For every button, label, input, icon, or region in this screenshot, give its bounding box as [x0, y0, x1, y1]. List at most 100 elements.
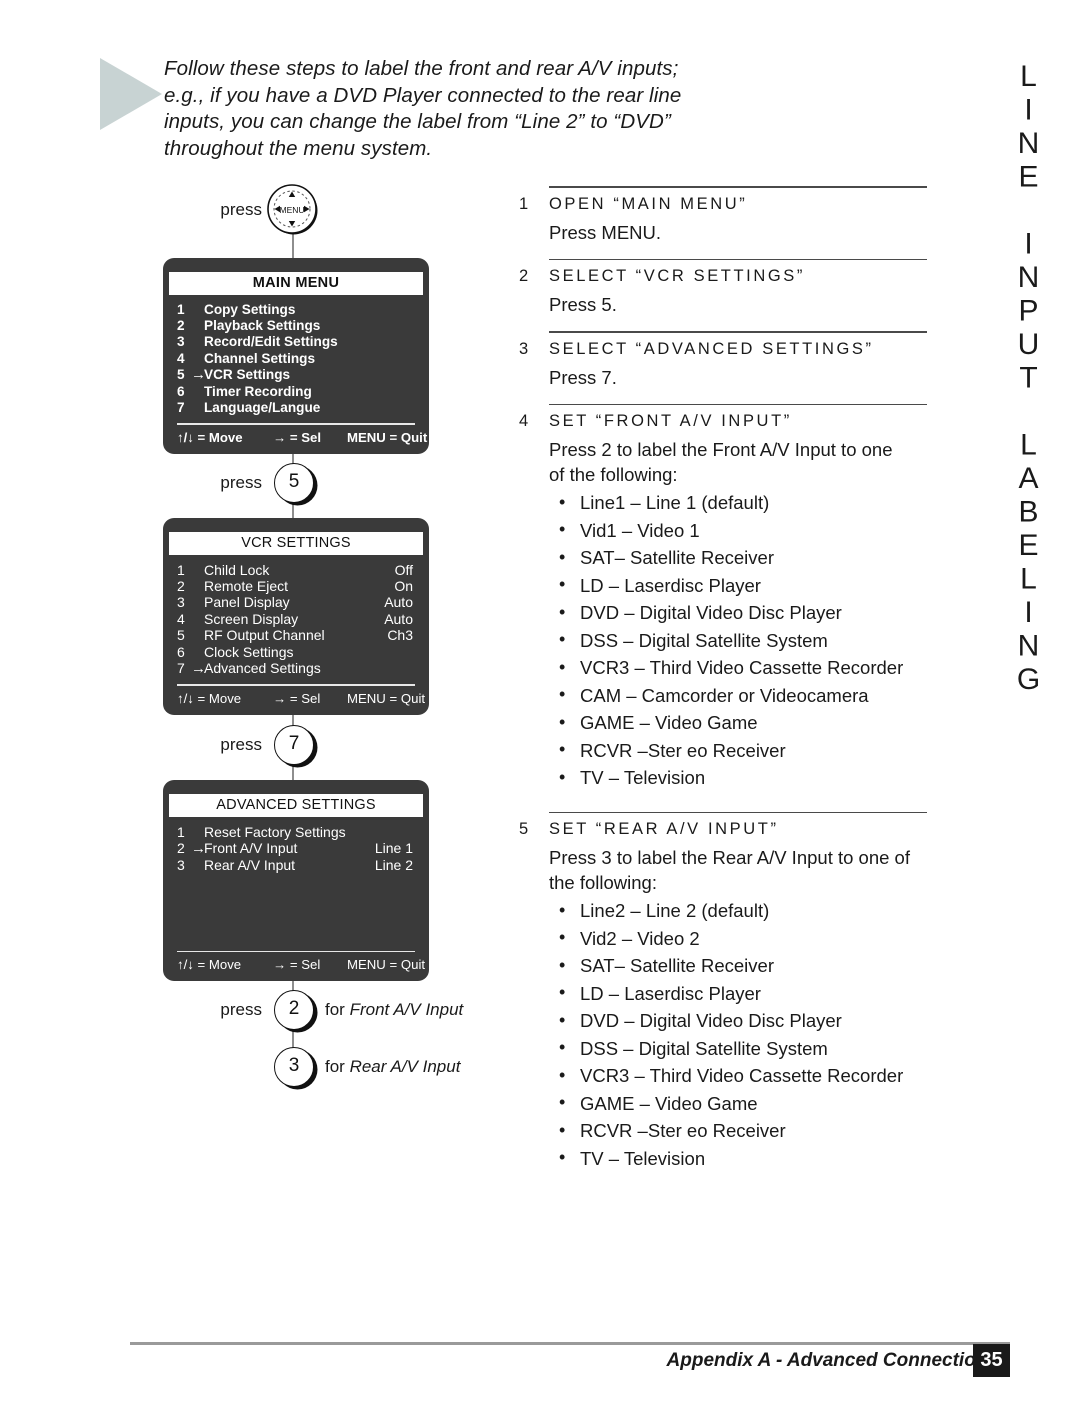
step-gap: [519, 1172, 927, 1192]
list-item: VCR3 – Third Video Cassette Recorder: [549, 654, 927, 682]
osd-menu-item[interactable]: 4 Screen Display Auto: [163, 611, 429, 627]
osd-menu-item[interactable]: 7 Language/Langue: [163, 400, 429, 416]
key-7-button[interactable]: 7: [274, 725, 314, 765]
for-target: Front A/V Input: [349, 1000, 464, 1019]
osd-menu-item[interactable]: 5 RF Output Channel Ch3: [163, 627, 429, 643]
osd-rows-advanced-settings: 1 Reset Factory Settings 2 → Front A/V Input…: [163, 817, 429, 874]
osd-item-number: 6: [177, 383, 185, 399]
osd-hint-move: ↑/↓ = Move: [177, 690, 242, 706]
list-item: DSS – Digital Satellite System: [549, 1034, 927, 1063]
step-divider: [549, 331, 927, 333]
osd-item-label: Screen Display: [204, 610, 299, 627]
list-item: Vid2 – Video 2: [549, 924, 927, 953]
osd-rows-main-menu: 1 Copy Settings 2 Playback Settings 3 Record/…: [163, 295, 429, 417]
osd-menu-item[interactable]: 7 → Advanced Settings: [163, 660, 429, 677]
list-item: Line2 – Line 2 (default): [549, 897, 927, 925]
for-front-av-input-label: for Front A/V Input: [325, 1000, 463, 1020]
osd-menu-item[interactable]: 3 Panel Display Auto: [163, 594, 429, 610]
step-block: 1 OPEN “MAIN MENU” Press MENU.: [519, 186, 927, 259]
step-body-text: Press 2 to label the Front A/V Input to …: [549, 439, 893, 486]
step-option-list: Line1 – Line 1 (default)Vid1 – Video 1SA…: [549, 489, 927, 792]
osd-item-label: Child Lock: [204, 561, 270, 578]
step-divider: [549, 403, 927, 406]
step-body-text: Press 5.: [549, 294, 617, 316]
footer-label: Appendix A - Advanced Connections: [666, 1350, 998, 1371]
step-gap: [519, 792, 927, 812]
osd-rows-vcr-settings: 1 Child Lock Off 2 Remote Eject On 3 Panel Disp…: [163, 555, 429, 678]
osd-main-menu: MAIN MENU 1 Copy Settings 2 Playback Settin…: [163, 258, 429, 454]
osd-menu-item[interactable]: 1 Child Lock Off: [163, 562, 429, 578]
osd-blank-space: [163, 874, 429, 944]
list-item: Vid1 – Video 1: [549, 516, 927, 545]
osd-menu-item[interactable]: 3 Record/Edit Settings: [163, 334, 429, 350]
key-5-button[interactable]: 5: [274, 463, 314, 503]
list-item: DVD – Digital Video Disc Player: [549, 599, 927, 627]
osd-item-number: 3: [177, 334, 185, 350]
for-prefix: for: [325, 1057, 350, 1076]
osd-item-value: On: [394, 577, 413, 594]
osd-item-value: Auto: [384, 610, 413, 627]
osd-menu-item[interactable]: 1 Reset Factory Settings: [163, 824, 429, 840]
step-title: SELECT “VCR SETTINGS”: [549, 267, 805, 286]
list-item: GAME – Video Game: [549, 1089, 927, 1118]
osd-menu-item[interactable]: 5 → VCR Settings: [163, 366, 429, 384]
osd-hint-sel: → = Sel: [273, 690, 321, 706]
osd-menu-item[interactable]: 6 Timer Recording: [163, 384, 429, 400]
osd-menu-item[interactable]: 1 Copy Settings: [163, 302, 429, 318]
osd-item-number: 7: [177, 659, 185, 676]
list-item: Line1 – Line 1 (default): [549, 489, 927, 517]
osd-item-number: 1: [177, 561, 185, 578]
osd-top-bar: [163, 518, 429, 532]
step-block: 4 SET “FRONT A/V INPUT” Press 2 to label t…: [519, 403, 927, 812]
osd-item-number: 2: [177, 839, 185, 856]
menu-button-icon[interactable]: MENU: [266, 183, 320, 237]
list-item: CAM – Camcorder or Videocamera: [549, 681, 927, 710]
osd-menu-item[interactable]: 4 Channel Settings: [163, 351, 429, 367]
osd-item-number: 3: [177, 594, 185, 611]
osd-menu-item[interactable]: 3 Rear A/V Input Line 2: [163, 857, 429, 873]
osd-item-label: Language/Langue: [204, 399, 321, 415]
step-body-text: Press 3 to label the Rear A/V Input to o…: [549, 847, 910, 894]
list-item: SAT– Satellite Receiver: [549, 544, 927, 572]
list-item: LD – Laserdisc Player: [549, 571, 927, 600]
osd-title-advanced-settings: ADVANCED SETTINGS: [169, 794, 423, 817]
step-number: 3: [519, 339, 529, 358]
osd-menu-item[interactable]: 6 Clock Settings: [163, 644, 429, 660]
osd-item-label: Rear A/V Input: [204, 857, 296, 874]
menu-flow-diagram: press MENU MAIN MENU 1 Copy Settings 2 Play…: [0, 0, 500, 1120]
manual-page: Follow these steps to label the front an…: [0, 0, 1080, 1407]
osd-hint-sel: → = Sel: [273, 957, 321, 973]
osd-item-value: Auto: [384, 594, 413, 611]
osd-item-label: Panel Display: [204, 594, 290, 611]
osd-menu-item[interactable]: 2 → Front A/V Input Line 1: [163, 840, 429, 857]
footer-divider: [130, 1342, 1010, 1345]
osd-item-value: Line 2: [374, 857, 413, 874]
page-number-badge: 35: [973, 1344, 1010, 1377]
svg-text:MENU: MENU: [279, 205, 304, 215]
step-title: SET “REAR A/V INPUT”: [549, 820, 779, 839]
step-number: 2: [519, 267, 529, 286]
osd-menu-item[interactable]: 2 Playback Settings: [163, 318, 429, 334]
step-heading: 2 SELECT “VCR SETTINGS”: [519, 267, 927, 286]
osd-selection-arrow-icon: →: [191, 366, 206, 384]
key-3-button[interactable]: 3: [274, 1047, 314, 1087]
osd-item-number: 2: [177, 577, 185, 594]
osd-item-number: 5: [177, 367, 185, 383]
osd-item-label: Remote Eject: [204, 577, 289, 594]
list-item: RCVR –Ster eo Receiver: [549, 1117, 927, 1145]
osd-item-number: 2: [177, 317, 185, 333]
osd-item-number: 1: [177, 301, 185, 317]
step-number: 4: [519, 412, 529, 431]
osd-menu-item[interactable]: 2 Remote Eject On: [163, 578, 429, 594]
osd-item-label: Copy Settings: [204, 301, 296, 317]
step-gap: [519, 245, 927, 259]
osd-item-number: 4: [177, 610, 185, 627]
step-number: 5: [519, 820, 529, 839]
osd-item-number: 4: [177, 350, 185, 366]
osd-footer-vcr-settings: ↑/↓ = Move → = Sel MENU = Quit: [163, 686, 429, 715]
key-2-button[interactable]: 2: [274, 990, 314, 1030]
osd-item-number: 1: [177, 823, 185, 840]
osd-item-value: Line 1: [374, 839, 413, 856]
osd-footer-advanced-settings: ↑/↓ = Move → = Sel MENU = Quit: [163, 952, 429, 981]
step-body-text: Press MENU.: [549, 221, 662, 243]
